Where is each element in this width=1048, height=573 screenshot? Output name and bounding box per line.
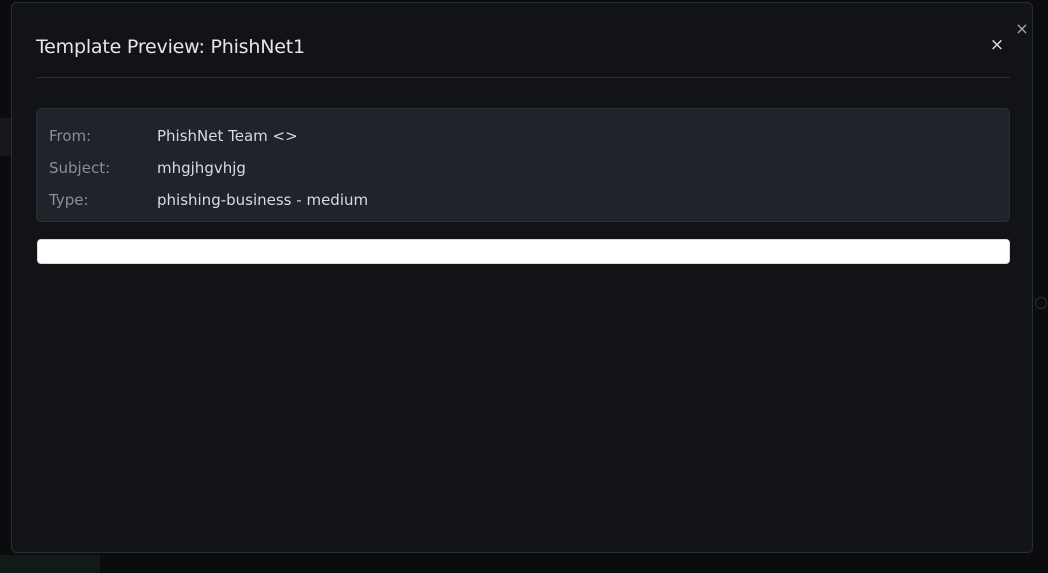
eye-icon — [1035, 297, 1047, 309]
subject-label: Subject: — [49, 159, 111, 177]
type-label: Type: — [49, 191, 89, 209]
type-value: phishing-business - medium — [157, 191, 369, 209]
email-preview-frame[interactable] — [37, 239, 1010, 264]
from-label: From: — [49, 127, 92, 145]
from-value: PhishNet Team <> — [157, 127, 298, 145]
modal-header: Template Preview: PhishNet1 × — [36, 33, 1010, 78]
close-button[interactable]: × — [988, 33, 1006, 57]
email-meta-panel: From: PhishNet Team <> Subject: mhgjhgvh… — [36, 108, 1010, 222]
backdrop-footer-fragment — [0, 555, 100, 573]
subject-value: mhgjhgvhjg — [157, 159, 246, 177]
close-icon[interactable]: × — [1013, 18, 1031, 40]
modal-title: Template Preview: PhishNet1 — [36, 36, 305, 58]
template-preview-modal: × Template Preview: PhishNet1 × From: Ph… — [11, 2, 1033, 553]
